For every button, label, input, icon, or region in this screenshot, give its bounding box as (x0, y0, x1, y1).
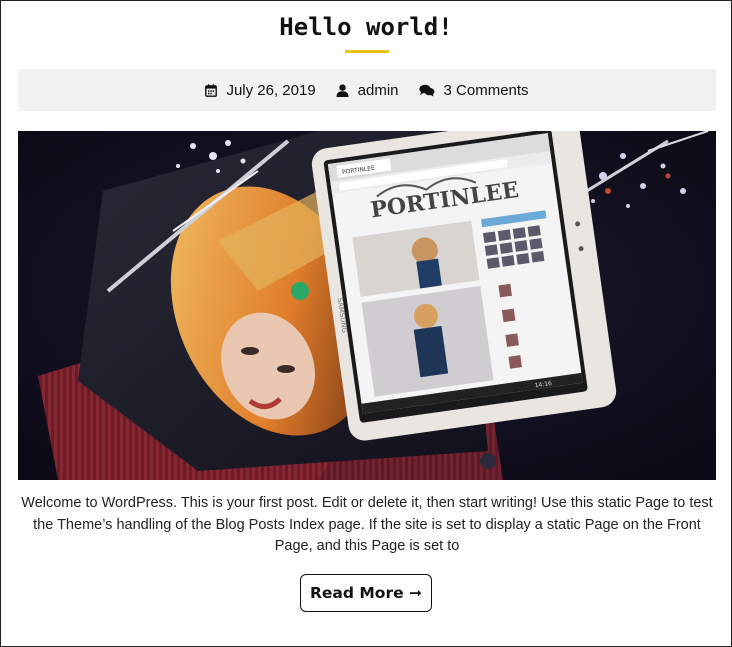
post-author[interactable]: admin (336, 82, 399, 99)
post-date-text: July 26, 2019 (226, 81, 316, 99)
post-author-text: admin (357, 81, 399, 99)
comments-icon (418, 84, 435, 97)
post-title[interactable]: Hello world! (1, 13, 731, 41)
featured-image[interactable]: PORTINLEE PORTINLEE 14:16 SAMSUNG (18, 131, 716, 480)
post-comments-text: 3 Comments (443, 81, 529, 99)
post-meta-bar: July 26, 2019 admin 3 Comments (18, 69, 716, 111)
calendar-icon (205, 83, 218, 97)
title-underline (345, 50, 389, 53)
post-excerpt: Welcome to WordPress. This is your first… (21, 495, 713, 554)
user-icon (336, 83, 349, 97)
featured-image-art: PORTINLEE PORTINLEE 14:16 SAMSUNG (18, 131, 716, 480)
read-more-button[interactable]: Read More ➞ (300, 574, 432, 612)
post-card: Hello world! July 26, 2019 admin 3 Comme… (0, 0, 732, 647)
post-date[interactable]: July 26, 2019 (205, 81, 316, 99)
post-comments[interactable]: 3 Comments (418, 81, 529, 99)
